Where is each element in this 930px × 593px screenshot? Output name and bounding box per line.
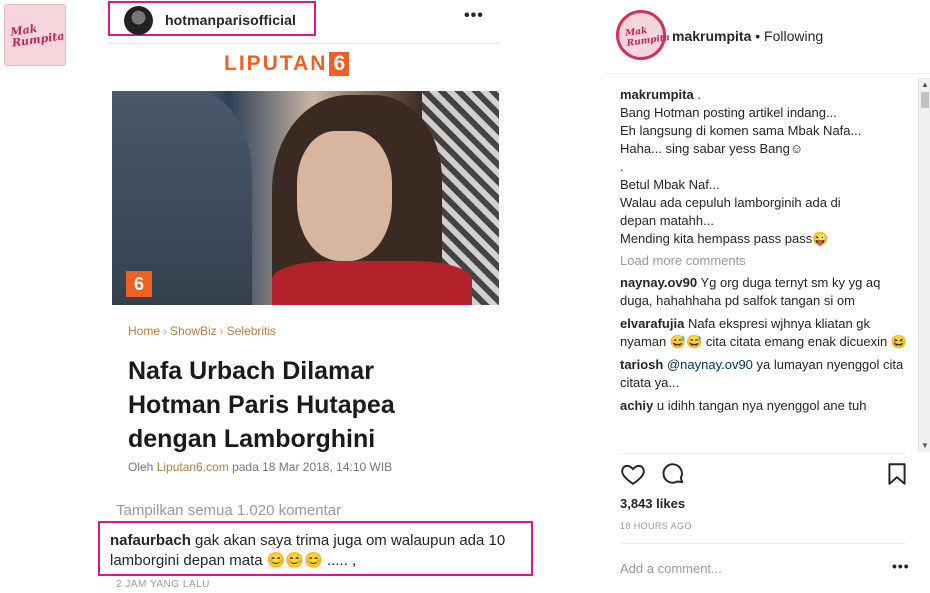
photo-badge: 6 [126, 271, 152, 297]
account-thumbnail[interactable]: Mak Rumpita [4, 4, 66, 66]
caption-line: Eh langsung di komen sama Mbak Nafa... [620, 123, 862, 138]
comment-user[interactable]: naynay.ov90 [620, 275, 697, 290]
highlighted-comment-user: nafaurbach [110, 532, 191, 549]
highlighted-comment-time: 2 JAM YANG LALU [116, 579, 210, 590]
like-button[interactable] [620, 461, 646, 487]
comment-text: u idihh tangan nya nyenggol ane tuh [653, 398, 867, 413]
more-options-icon[interactable]: ••• [892, 558, 910, 574]
caption-line: Haha... sing sabar yess Bang☺ [620, 141, 804, 156]
photo-shirt [272, 261, 472, 305]
breadcrumb: Home › ShowBiz › Selebritis [128, 324, 276, 338]
list-item: tariosh @naynay.ov90 ya lumayan nyenggol… [620, 356, 910, 392]
comment-user[interactable]: tariosh [620, 357, 663, 372]
byline-prefix: Oleh [128, 460, 157, 474]
article-headline: Nafa Urbach Dilamar Hotman Paris Hutapea… [128, 357, 395, 453]
list-item: naynay.ov90 Yg org duga ternyt sm ky yg … [620, 274, 910, 310]
embedded-post-header: hotmanparisofficial [108, 1, 316, 36]
follow-status[interactable]: • Following [751, 28, 823, 44]
comment-mention[interactable]: @naynay.ov90 [663, 357, 753, 372]
caption-line: Betul Mbak Naf... [620, 177, 720, 192]
divider [108, 43, 500, 44]
breadcrumb-selebritis: Selebritis [226, 324, 277, 338]
load-more-comments-link[interactable]: Load more comments [620, 252, 910, 270]
photo-face [297, 131, 392, 261]
mak-rumpita-logo: Mak Rumpita [10, 19, 66, 50]
add-comment-input[interactable]: Add a comment... [620, 561, 870, 576]
comments-scrollbar[interactable]: ▲ ▼ [918, 78, 930, 452]
highlighted-comment-text: nafaurbach gak akan saya trima juga om w… [110, 531, 520, 571]
breadcrumb-sep: › [163, 324, 168, 338]
divider [604, 73, 930, 74]
caption-line: . [620, 159, 624, 174]
save-button[interactable] [884, 461, 910, 487]
embedded-username: hotmanparisofficial [165, 12, 297, 28]
liputan6-logo: LIPUTAN 6 [224, 52, 350, 76]
caption-user[interactable]: makrumpita [620, 87, 694, 102]
caption-line: Walau ada cepuluh lamborginih ada di [620, 195, 841, 210]
show-all-comments: Tampilkan semua 1.020 komentar [116, 502, 342, 519]
author-username-link[interactable]: makrumpita [672, 28, 751, 44]
post-timestamp[interactable]: 18 HOURS AGO [620, 521, 692, 531]
divider [620, 543, 906, 544]
breadcrumb-home: Home [128, 324, 161, 338]
avatar[interactable]: Mak Rumpita [616, 10, 670, 60]
article-byline: Oleh Liputan6.com pada 18 Mar 2018, 14:1… [128, 460, 392, 474]
logo-number: 6 [329, 52, 350, 76]
embedded-more-icon: ••• [464, 7, 484, 24]
breadcrumb-showbiz: ShowBiz [170, 324, 217, 338]
byline-date: pada 18 Mar 2018, 14:10 WIB [228, 460, 393, 474]
post-side-panel: Mak Rumpita makrumpita • Following makru… [604, 0, 930, 593]
likes-count[interactable]: 3,843 likes [620, 496, 685, 511]
scroll-thumb[interactable] [921, 92, 929, 108]
logo-word: LIPUTAN [224, 52, 328, 75]
divider [620, 453, 906, 454]
avatar-logo: Mak Rumpita [625, 23, 671, 49]
comment-icon [662, 463, 684, 484]
byline-source: Liputan6.com [156, 460, 229, 474]
heart-icon [621, 464, 645, 485]
scroll-down-icon[interactable]: ▼ [921, 441, 929, 450]
post-image: hotmanparisofficial ••• LIPUTAN 6 6 Home ›… [92, 0, 533, 593]
caption: makrumpita . Bang Hotman posting artikel… [620, 86, 910, 248]
bookmark-icon [888, 463, 906, 485]
comments-list[interactable]: makrumpita . Bang Hotman posting artikel… [620, 86, 910, 448]
caption-line: Bang Hotman posting artikel indang... [620, 105, 837, 120]
scroll-up-icon[interactable]: ▲ [921, 80, 929, 89]
comment-button[interactable] [660, 461, 686, 487]
caption-user-suffix: . [693, 87, 701, 102]
embedded-avatar [124, 6, 153, 35]
highlighted-comment: nafaurbach gak akan saya trima juga om w… [98, 521, 533, 576]
comment-user[interactable]: achiy [620, 398, 653, 413]
list-item: elvarafujia Nafa ekspresi wjhnya kliatan… [620, 315, 910, 351]
breadcrumb-sep: › [219, 324, 224, 338]
post-author: makrumpita • Following [672, 28, 823, 44]
list-item: achiy u idihh tangan nya nyenggol ane tu… [620, 397, 910, 415]
comment-user[interactable]: elvarafujia [620, 316, 684, 331]
caption-line: Mending kita hempass pass pass😜 [620, 231, 829, 246]
caption-line: depan matahh... [620, 213, 714, 228]
article-photo: 6 [112, 91, 499, 305]
